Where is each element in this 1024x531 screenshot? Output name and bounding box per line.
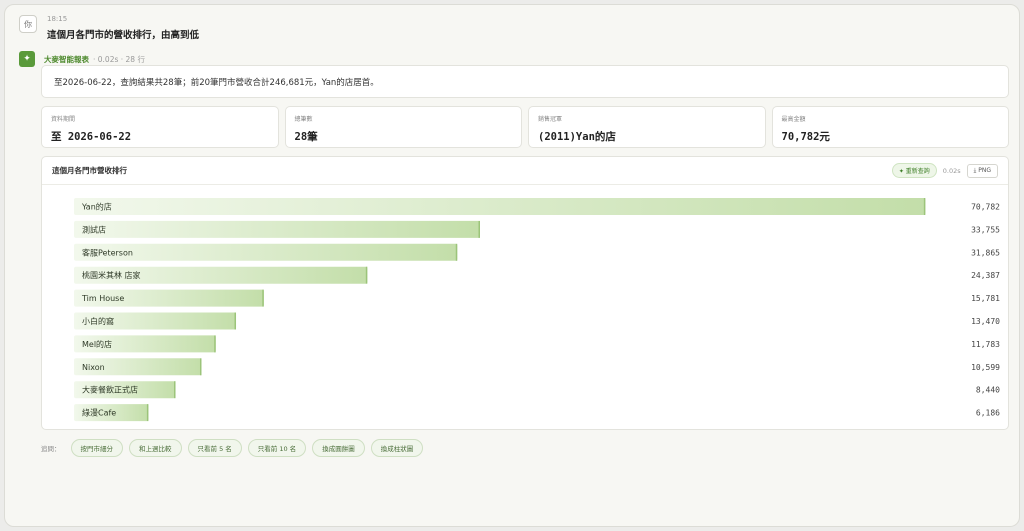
user-message-row: 你 18:15 這個月各門市的營收排行，由高到低 <box>19 15 199 41</box>
stat-label: 銷售冠軍 <box>538 116 563 123</box>
category-label: Yan的店 <box>81 202 112 212</box>
refresh-label: 重新查詢 <box>905 168 930 175</box>
chart-title: 這個月各門市營收排行 <box>52 166 127 175</box>
stat-card-max: 最高金額 70,782元 <box>771 106 1009 148</box>
query-time: 0.02s <box>942 166 961 175</box>
stat-value: 至 2026-06-22 <box>51 131 132 143</box>
category-label: 客服Peterson <box>82 247 133 257</box>
followup-chip[interactable]: 只看前 10 名 <box>247 439 307 457</box>
stat-card-champion: 銷售冠軍 (2011)Yan的店 <box>528 106 766 148</box>
bot-name: 大麥智能報表 <box>44 54 89 64</box>
value-label: 33,755 <box>971 225 1000 234</box>
value-label: 8,440 <box>976 386 1000 395</box>
stat-card-period: 資料期間 至 2026-06-22 <box>41 106 279 148</box>
bar-edge <box>455 243 458 261</box>
user-avatar: 你 <box>19 15 37 33</box>
stat-value: 28筆 <box>294 131 318 143</box>
download-icon: ⤓ <box>973 166 977 174</box>
value-label: 15,781 <box>971 294 1000 303</box>
chart-card: 這個月各門市營收排行 ✦ 重新查詢 0.02s ⤓ PNG Yan的店 70,78… <box>41 156 1009 430</box>
category-label: 大麥餐飲正式店 <box>82 385 138 395</box>
bar-edge <box>234 312 237 330</box>
followup-chip[interactable]: 換成圓餅圖 <box>312 439 365 457</box>
value-label: 70,782 <box>971 203 1000 212</box>
stat-label: 資料期間 <box>51 116 76 123</box>
user-message: 這個月各門市的營收排行，由高到低 <box>47 30 200 41</box>
bar[interactable] <box>74 198 926 215</box>
spark-icon: ✦ <box>19 51 35 67</box>
category-label: 測試店 <box>82 224 106 234</box>
value-label: 6,186 <box>976 409 1000 418</box>
category-label: Tim House <box>81 294 124 303</box>
png-label: PNG <box>978 166 991 174</box>
value-label: 10,599 <box>971 363 1000 372</box>
stats-row: 資料期間 至 2026-06-22 總筆數 28筆 銷售冠軍 (2011)Yan… <box>41 106 1009 148</box>
bar-edge <box>478 220 480 238</box>
bar-edge <box>923 198 926 215</box>
category-label: 小白的窩 <box>82 316 114 326</box>
stat-label: 最高金額 <box>781 116 806 123</box>
value-label: 13,470 <box>971 317 1000 326</box>
category-label: Nixon <box>82 363 105 372</box>
value-label: 24,387 <box>971 271 1000 280</box>
refresh-button[interactable]: ✦ 重新查詢 <box>891 163 937 178</box>
followup-chip[interactable]: 只看前 5 名 <box>187 439 242 457</box>
chart-header: 這個月各門市營收排行 ✦ 重新查詢 0.02s ⤓ PNG <box>42 157 1008 185</box>
stat-card-count: 總筆數 28筆 <box>284 106 522 148</box>
bar-edge <box>199 358 202 376</box>
bar[interactable] <box>74 220 480 238</box>
followup-suggestions: 追問： 按門市細分 和上週比較 只看前 5 名 只看前 10 名 換成圓餅圖 換… <box>41 439 424 457</box>
download-png-button[interactable]: ⤓ PNG <box>966 163 998 178</box>
stat-label: 總筆數 <box>294 116 313 123</box>
bar-chart: Yan的店 70,782 測試店 33,755 客服Peterson 31,865 桃園米其… <box>74 198 1000 422</box>
app-window: 你 18:15 這個月各門市的營收排行，由高到低 ✦ 大麥智能報表 · 0.02… <box>4 4 1020 527</box>
bar-edge <box>146 404 149 422</box>
followup-label: 追問： <box>41 445 61 453</box>
message-time: 18:15 <box>47 15 68 23</box>
category-label: 綠漫Cafe <box>82 408 116 418</box>
bar-edge <box>214 335 216 353</box>
followup-chip[interactable]: 換成柱狀圖 <box>370 439 424 457</box>
stat-value: (2011)Yan的店 <box>538 131 616 143</box>
value-label: 11,783 <box>971 340 1000 349</box>
followup-chip[interactable]: 按門市細分 <box>70 439 123 457</box>
bar-edge <box>365 266 368 284</box>
bot-meta: · 0.02s · 28 行 <box>93 54 145 64</box>
bar-edge <box>174 381 176 399</box>
value-label: 31,865 <box>971 248 1000 257</box>
followup-chip[interactable]: 和上週比較 <box>129 439 182 457</box>
summary-text: 至2026-06-22，查詢結果共28筆；前20筆門市營收合計246,681元，… <box>41 65 1009 98</box>
stat-value: 70,782元 <box>781 131 830 143</box>
category-label: Mel的店 <box>82 339 112 349</box>
bar-edge <box>262 289 264 307</box>
category-label: 桃園米其林 店家 <box>82 270 141 280</box>
